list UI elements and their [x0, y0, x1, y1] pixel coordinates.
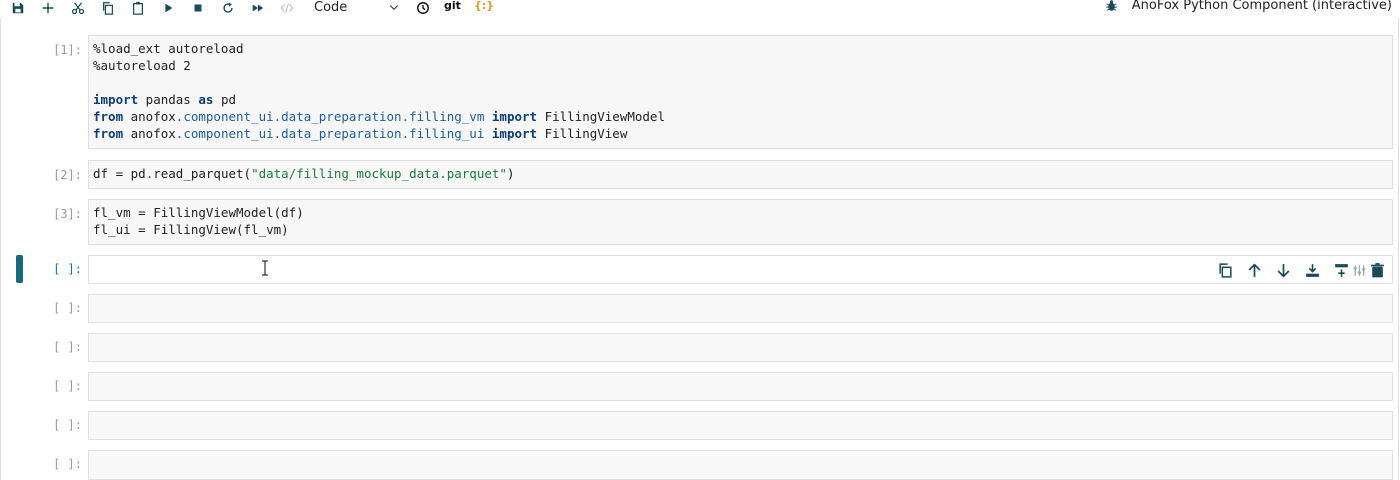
code-line: import pandas as pd — [93, 92, 237, 107]
paste-icon[interactable] — [129, 0, 147, 16]
code-line: fl_ui = FillingView(fl_vm) — [93, 222, 289, 237]
cell-input[interactable] — [88, 294, 1393, 323]
execution-prompt: [ ]: — [53, 301, 82, 315]
notebook-toolbar: Code git {:} AnoFox Python Component (in… — [0, 0, 1400, 16]
execution-prompt: [1]: — [53, 43, 82, 57]
save-icon[interactable] — [9, 0, 27, 16]
chevron-down-icon — [389, 5, 399, 11]
arrow-down-icon[interactable] — [1275, 262, 1292, 279]
kernel-indicator[interactable]: AnoFox Python Component (interactive) — [1105, 0, 1392, 13]
cell-input[interactable]: df = pd.read_parquet("data/filling_mocku… — [88, 160, 1393, 189]
duplicate-icon[interactable] — [1217, 262, 1234, 279]
cell-input[interactable] — [88, 372, 1393, 401]
git-label[interactable]: git — [444, 0, 461, 12]
execution-prompt: [2]: — [53, 168, 82, 182]
execution-prompt: [3]: — [53, 207, 82, 221]
code-line: df = pd.read_parquet("data/filling_mocku… — [93, 166, 515, 181]
clock-icon[interactable] — [414, 0, 432, 16]
copy-icon[interactable] — [99, 0, 117, 16]
execution-prompt: [ ]: — [53, 262, 82, 276]
cell-input[interactable]: %load_ext autoreload %autoreload 2 import … — [88, 35, 1393, 149]
execution-prompt: [ ]: — [53, 457, 82, 471]
insert-below-icon[interactable] — [1333, 262, 1350, 279]
fast-forward-icon[interactable] — [249, 0, 267, 16]
delete-icon[interactable] — [1369, 262, 1386, 279]
cell-type-select[interactable]: Code — [308, 0, 400, 16]
code-line: from anofox.component_ui.data_preparatio… — [93, 126, 628, 141]
cell-type-label: Code — [314, 0, 348, 15]
variable-inspector-icon[interactable]: {:} — [474, 0, 494, 12]
cell-settings-icon[interactable] — [1352, 262, 1369, 279]
add-icon[interactable] — [39, 0, 57, 16]
code-line: from anofox.component_ui.data_preparatio… — [93, 109, 665, 124]
code-line: %load_ext autoreload — [93, 41, 244, 56]
execution-prompt: [ ]: — [53, 340, 82, 354]
active-cell-indicator — [16, 255, 23, 283]
cell-input[interactable]: fl_vm = FillingViewModel(df) fl_ui = Fill… — [88, 199, 1393, 245]
execution-prompt: [ ]: — [53, 379, 82, 393]
text-cursor-icon — [262, 260, 268, 276]
cell-input[interactable] — [88, 255, 1393, 284]
restart-icon[interactable] — [219, 0, 237, 16]
bug-icon[interactable] — [1105, 0, 1118, 12]
cut-icon[interactable] — [69, 0, 87, 16]
cell-input[interactable] — [88, 450, 1393, 480]
cell-input[interactable] — [88, 411, 1393, 440]
run-icon[interactable] — [159, 0, 177, 16]
cell-input[interactable] — [88, 333, 1393, 362]
kernel-name: AnoFox Python Component (interactive) — [1131, 0, 1392, 13]
stop-icon[interactable] — [189, 0, 207, 16]
code-icon[interactable] — [278, 0, 296, 16]
execution-prompt: [ ]: — [53, 418, 82, 432]
arrow-up-icon[interactable] — [1246, 262, 1263, 279]
cell-toolbar — [1217, 262, 1386, 279]
code-line: %autoreload 2 — [93, 58, 191, 73]
code-line: fl_vm = FillingViewModel(df) — [93, 205, 304, 220]
insert-above-icon[interactable] — [1304, 262, 1321, 279]
